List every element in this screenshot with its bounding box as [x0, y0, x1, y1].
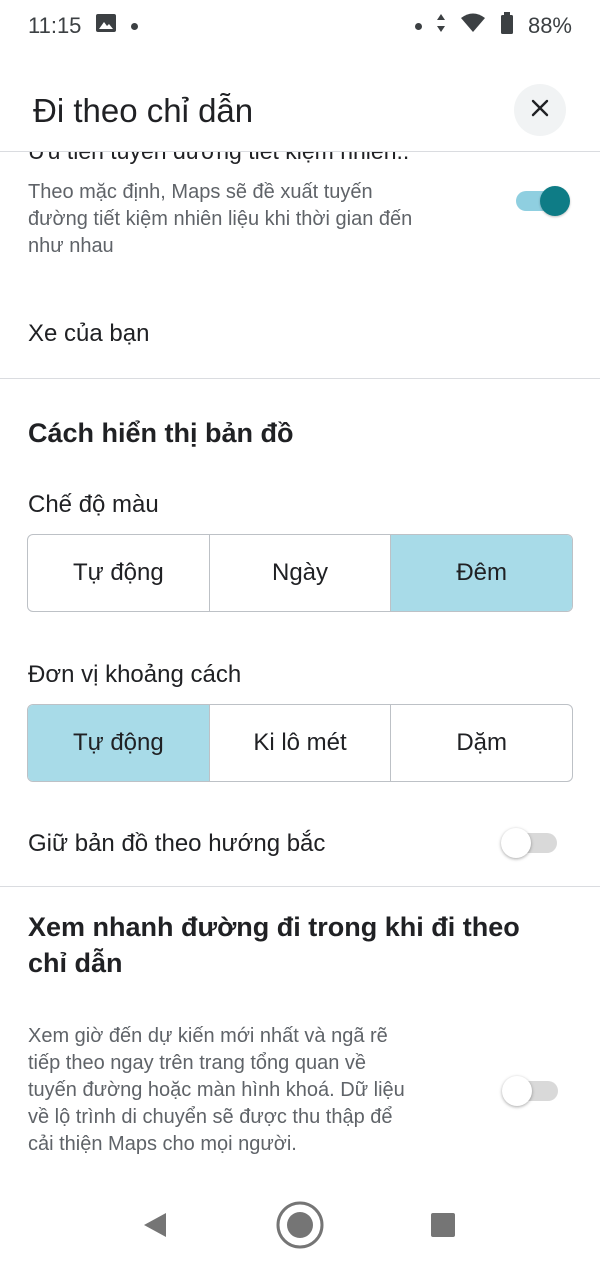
toggle-thumb: [502, 1076, 532, 1106]
page-title: Đi theo chỉ dẫn: [33, 92, 254, 129]
description-line: Xem giờ đến dự kiến mới nhất và ngã rẽ: [28, 1025, 388, 1047]
glanceable-toggle[interactable]: [502, 1076, 558, 1106]
description-line: tuyến đường hoặc màn hình khoá. Dữ liệu: [28, 1079, 405, 1101]
your-vehicle-item[interactable]: Xe của bạn: [28, 320, 149, 348]
status-time: 11:15: [28, 13, 82, 38]
toggle-thumb: [540, 186, 570, 216]
home-icon: [275, 1200, 325, 1255]
description-line: đường tiết kiệm nhiên liệu khi thời gian…: [28, 208, 413, 230]
battery-icon: [500, 12, 514, 40]
settings-list[interactable]: Ưu tiên tuyến đường tiết kiệm nhiên.. Th…: [0, 152, 600, 1182]
description-line: như nhau: [28, 235, 114, 257]
fuel-route-title: Ưu tiên tuyến đường tiết kiệm nhiên..: [28, 152, 409, 165]
color-mode-night[interactable]: Đêm: [391, 535, 572, 611]
close-icon: [530, 98, 550, 123]
distance-units-label: Đơn vị khoảng cách: [28, 661, 242, 688]
description-line: tiếp theo ngay trên trang tổng quan về: [28, 1052, 367, 1074]
distance-units-selector: Tự động Ki lô mét Dặm: [27, 704, 573, 782]
divider: [0, 886, 600, 887]
page-header: Đi theo chỉ dẫn: [0, 62, 600, 152]
color-mode-auto[interactable]: Tự động: [28, 535, 210, 611]
status-left: 11:15: [28, 13, 139, 39]
data-arrows-icon: [436, 13, 446, 39]
back-icon: [142, 1211, 168, 1244]
status-right: 88%: [414, 12, 572, 40]
notification-dot-icon: [131, 22, 139, 30]
map-display-title: Cách hiển thị bản đồ: [28, 418, 294, 448]
color-mode-selector: Tự động Ngày Đêm: [27, 534, 573, 612]
wifi-icon: [460, 13, 486, 39]
description-line: Theo mặc định, Maps sẽ đề xuất tuyến: [28, 181, 373, 203]
color-mode-day[interactable]: Ngày: [210, 535, 392, 611]
distance-units-auto[interactable]: Tự động: [28, 705, 210, 781]
image-icon: [95, 13, 117, 39]
fuel-route-description: Theo mặc định, Maps sẽ đề xuất tuyến đườ…: [28, 179, 478, 260]
glanceable-title: Xem nhanh đường đi trong khi đi theo chỉ…: [28, 909, 520, 981]
glanceable-description: Xem giờ đến dự kiến mới nhất và ngã rẽ t…: [28, 1023, 478, 1158]
distance-units-km[interactable]: Ki lô mét: [210, 705, 392, 781]
recents-icon: [430, 1212, 456, 1243]
toggle-thumb: [501, 828, 531, 858]
battery-percent: 88%: [527, 13, 572, 38]
system-nav-bar: [0, 1182, 600, 1267]
divider: [0, 378, 600, 379]
notification-dot-icon: [414, 22, 422, 30]
color-mode-label: Chế độ màu: [28, 491, 159, 518]
description-line: cải thiện Maps cho mọi người.: [28, 1133, 297, 1155]
fuel-route-toggle[interactable]: [516, 186, 570, 216]
back-button[interactable]: [130, 1202, 180, 1252]
close-button[interactable]: [514, 84, 566, 136]
status-bar: 11:15 88%: [0, 0, 600, 52]
recents-button[interactable]: [418, 1202, 468, 1252]
north-up-label: Giữ bản đồ theo hướng bắc: [28, 830, 326, 857]
description-line: về lộ trình di chuyển sẽ được thu thập đ…: [28, 1106, 393, 1128]
distance-units-miles[interactable]: Dặm: [391, 705, 572, 781]
title-line: Xem nhanh đường đi trong khi đi theo: [28, 912, 520, 942]
home-button[interactable]: [275, 1200, 325, 1255]
north-up-toggle[interactable]: [501, 828, 557, 858]
title-line: chỉ dẫn: [28, 948, 123, 978]
